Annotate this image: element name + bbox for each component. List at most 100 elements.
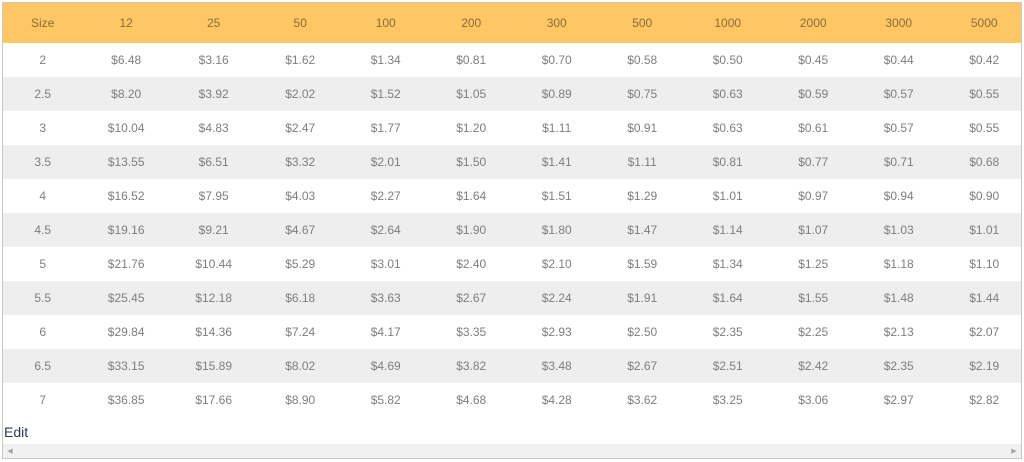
price-cell: $1.55 (770, 281, 856, 315)
price-cell: $8.02 (257, 349, 343, 383)
price-cell: $33.15 (82, 349, 170, 383)
price-cell: $4.03 (257, 179, 343, 213)
size-cell: 4 (3, 179, 83, 213)
price-cell: $1.41 (513, 145, 600, 179)
price-cell: $5.82 (342, 383, 429, 417)
price-cell: $0.68 (941, 145, 1021, 179)
price-cell: $12.18 (169, 281, 258, 315)
price-cell: $0.42 (941, 43, 1021, 77)
price-cell: $0.61 (770, 111, 856, 145)
table-row: 4 $16.52 $7.95 $4.03 $2.27 $1.64 $1.51 $1.29 $1.… (3, 179, 1021, 213)
price-cell: $3.32 (257, 145, 343, 179)
price-cell: $25.45 (82, 281, 170, 315)
table-body: 2 $6.48 $3.16 $1.62 $1.34 $0.81 $0.70 $0.58 $0.5… (3, 43, 1021, 417)
price-cell: $8.90 (257, 383, 343, 417)
table-row: 3 $10.04 $4.83 $2.47 $1.77 $1.20 $1.11 $0.91 $0.… (3, 111, 1021, 145)
scrollbar-thumb[interactable] (17, 447, 1007, 455)
table-row: 2.5 $8.20 $3.92 $2.02 $1.52 $1.05 $0.89 $0.75 $0… (3, 77, 1021, 111)
price-cell: $10.44 (169, 247, 258, 281)
price-cell: $0.63 (684, 77, 771, 111)
size-cell: 5.5 (3, 281, 83, 315)
scroll-right-arrow-icon[interactable]: ▶ (1007, 444, 1021, 458)
price-cell: $10.04 (82, 111, 170, 145)
price-cell: $9.21 (169, 213, 258, 247)
price-cell: $1.20 (428, 111, 514, 145)
price-cell: $1.10 (941, 247, 1021, 281)
column-header-quantity: 3000 (855, 3, 942, 43)
size-cell: 2.5 (3, 77, 83, 111)
column-header-quantity: 200 (428, 3, 514, 43)
price-cell: $0.91 (599, 111, 685, 145)
price-cell: $1.44 (941, 281, 1021, 315)
price-cell: $2.10 (513, 247, 600, 281)
scroll-left-arrow-icon[interactable]: ◀ (3, 444, 17, 458)
column-header-quantity: 25 (169, 3, 258, 43)
price-cell: $5.29 (257, 247, 343, 281)
price-cell: $0.55 (941, 77, 1021, 111)
price-cell: $3.35 (428, 315, 514, 349)
price-cell: $1.48 (855, 281, 942, 315)
price-cell: $1.64 (428, 179, 514, 213)
price-cell: $1.34 (684, 247, 771, 281)
edit-link[interactable]: Edit (4, 424, 28, 440)
table-row: 3.5 $13.55 $6.51 $3.32 $2.01 $1.50 $1.41 $1.11 $… (3, 145, 1021, 179)
price-cell: $1.34 (342, 43, 429, 77)
price-cell: $8.20 (82, 77, 170, 111)
price-cell: $0.57 (855, 111, 942, 145)
price-cell: $1.11 (513, 111, 600, 145)
size-cell: 3.5 (3, 145, 83, 179)
price-cell: $2.82 (941, 383, 1021, 417)
price-cell: $0.81 (684, 145, 771, 179)
price-cell: $1.90 (428, 213, 514, 247)
price-cell: $0.50 (684, 43, 771, 77)
price-cell: $1.01 (684, 179, 771, 213)
horizontal-scrollbar[interactable]: ◀ ▶ (3, 444, 1021, 458)
table-row: 7 $36.85 $17.66 $8.90 $5.82 $4.68 $4.28 $3.62 $3… (3, 383, 1021, 417)
table-row: 6.5 $33.15 $15.89 $8.02 $4.69 $3.82 $3.48 $2.67… (3, 349, 1021, 383)
price-cell: $1.18 (855, 247, 942, 281)
price-cell: $0.77 (770, 145, 856, 179)
price-cell: $4.28 (513, 383, 600, 417)
price-cell: $1.11 (599, 145, 685, 179)
price-cell: $0.70 (513, 43, 600, 77)
size-cell: 6.5 (3, 349, 83, 383)
pricing-table: Size 12 25 50 100 200 300 500 1000 2000 3000 5000 2… (3, 3, 1021, 417)
price-cell: $17.66 (169, 383, 258, 417)
price-cell: $4.69 (342, 349, 429, 383)
price-cell: $2.01 (342, 145, 429, 179)
price-cell: $2.51 (684, 349, 771, 383)
table-row: 2 $6.48 $3.16 $1.62 $1.34 $0.81 $0.70 $0.58 $0.5… (3, 43, 1021, 77)
price-cell: $2.67 (599, 349, 685, 383)
column-header-quantity: 5000 (941, 3, 1021, 43)
price-cell: $2.40 (428, 247, 514, 281)
price-cell: $14.36 (169, 315, 258, 349)
table-row: 5 $21.76 $10.44 $5.29 $3.01 $2.40 $2.10 $1.59 $1… (3, 247, 1021, 281)
price-cell: $1.25 (770, 247, 856, 281)
price-cell: $0.71 (855, 145, 942, 179)
column-header-size: Size (3, 3, 83, 43)
price-cell: $29.84 (82, 315, 170, 349)
price-cell: $1.14 (684, 213, 771, 247)
price-cell: $16.52 (82, 179, 170, 213)
price-cell: $2.35 (855, 349, 942, 383)
price-cell: $1.01 (941, 213, 1021, 247)
price-cell: $3.01 (342, 247, 429, 281)
size-cell: 3 (3, 111, 83, 145)
price-cell: $1.03 (855, 213, 942, 247)
table-row: 5.5 $25.45 $12.18 $6.18 $3.63 $2.67 $2.24 $1.91… (3, 281, 1021, 315)
price-cell: $4.17 (342, 315, 429, 349)
size-cell: 7 (3, 383, 83, 417)
price-cell: $2.19 (941, 349, 1021, 383)
column-header-quantity: 50 (257, 3, 343, 43)
price-cell: $4.67 (257, 213, 343, 247)
price-cell: $1.29 (599, 179, 685, 213)
price-cell: $2.35 (684, 315, 771, 349)
price-cell: $0.90 (941, 179, 1021, 213)
column-header-quantity: 1000 (684, 3, 771, 43)
price-cell: $3.92 (169, 77, 258, 111)
price-cell: $1.62 (257, 43, 343, 77)
price-cell: $1.52 (342, 77, 429, 111)
table-row: 6 $29.84 $14.36 $7.24 $4.17 $3.35 $2.93 $2.50 $2… (3, 315, 1021, 349)
price-cell: $21.76 (82, 247, 170, 281)
price-cell: $13.55 (82, 145, 170, 179)
